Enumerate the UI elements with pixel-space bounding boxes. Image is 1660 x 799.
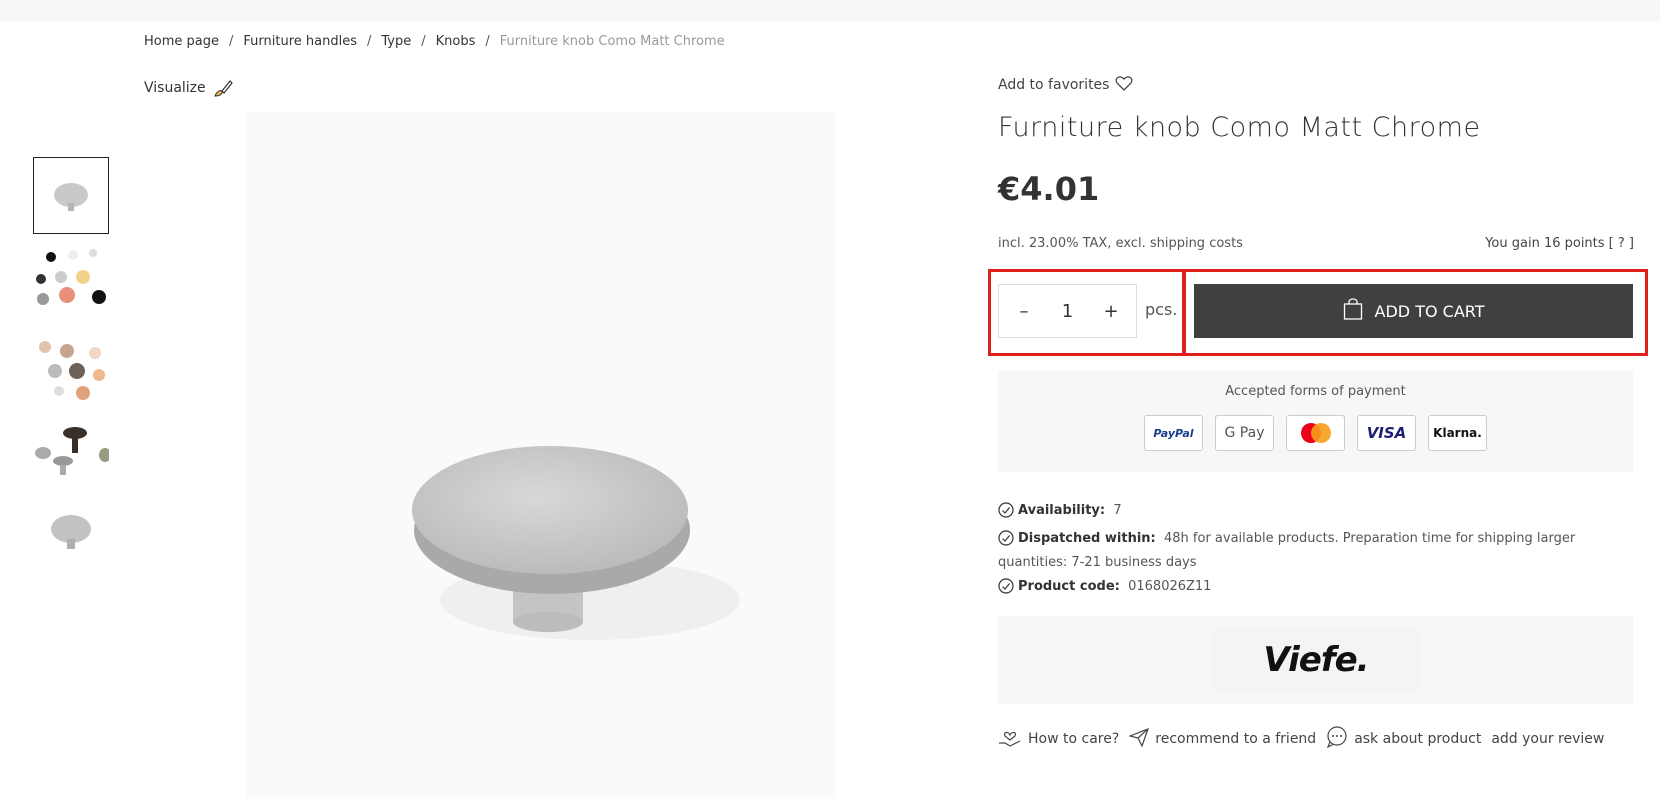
add-to-favorites[interactable]: Add to favorites: [998, 75, 1133, 95]
check-circle-icon: [998, 530, 1014, 553]
visualize-button[interactable]: Visualize: [144, 77, 234, 99]
recommend-link[interactable]: recommend to a friend: [1128, 727, 1317, 751]
brand-section: Viefe.: [998, 616, 1633, 704]
top-bar: [0, 0, 1660, 22]
breadcrumb-separator: /: [485, 34, 490, 49]
check-circle-icon: [998, 578, 1014, 601]
breadcrumb-separator: /: [366, 34, 372, 49]
ask-about-product-link[interactable]: ask about product: [1326, 726, 1481, 752]
thumbnail-3[interactable]: [33, 329, 109, 406]
product-code-label: Product code:: [1018, 579, 1120, 594]
quantity-increase-button[interactable]: +: [1102, 301, 1120, 322]
check-circle-icon: [998, 502, 1014, 525]
availability-value: 7: [1113, 503, 1122, 518]
product-price: €4.01: [998, 170, 1100, 208]
mastercard-logo: [1286, 415, 1345, 451]
brand-logo: Viefe.: [1263, 640, 1369, 680]
product-actions: How to care? recommend to a friend ask a…: [998, 726, 1604, 752]
how-to-care-label: How to care?: [1028, 731, 1120, 747]
add-review-label: add your review: [1491, 731, 1605, 747]
send-icon: [1128, 727, 1150, 751]
recommend-label: recommend to a friend: [1155, 731, 1317, 747]
breadcrumb: Home page / Furniture handles / Type / K…: [144, 34, 725, 49]
thumbnail-1[interactable]: [33, 157, 109, 234]
care-hand-icon: [998, 726, 1022, 752]
add-review-link[interactable]: add your review: [1491, 731, 1604, 747]
payment-methods-title: Accepted forms of payment: [1225, 384, 1406, 399]
breadcrumb-separator: /: [229, 34, 234, 49]
shopping-bag-icon: [1343, 297, 1363, 325]
favorites-label: Add to favorites: [998, 77, 1110, 93]
breadcrumb-furniture-handles[interactable]: Furniture handles: [243, 34, 357, 49]
thumbnail-2[interactable]: [33, 243, 109, 320]
quantity-stepper: – 1 +: [998, 284, 1137, 338]
quantity-decrease-button[interactable]: –: [1015, 301, 1033, 322]
availability-label: Availability:: [1018, 503, 1106, 518]
breadcrumb-separator: /: [421, 34, 426, 49]
payment-methods: Accepted forms of payment PayPal G Pay V…: [998, 370, 1633, 472]
visualize-label: Visualize: [144, 80, 206, 96]
paint-brush-icon: [212, 77, 234, 99]
heart-icon: [1115, 75, 1133, 95]
thumbnail-5[interactable]: [33, 501, 109, 578]
tax-note: incl. 23.00% TAX, excl. shipping costs: [998, 236, 1243, 251]
quantity-input[interactable]: 1: [1053, 301, 1083, 322]
how-to-care-link[interactable]: How to care?: [998, 726, 1119, 752]
availability-row: Availability: 7: [998, 501, 1638, 525]
add-to-cart-button[interactable]: ADD TO CART: [1194, 284, 1633, 338]
breadcrumb-home[interactable]: Home page: [144, 34, 219, 49]
paypal-logo: PayPal: [1144, 415, 1203, 451]
breadcrumb-current: Furniture knob Como Matt Chrome: [499, 34, 725, 49]
dispatch-label: Dispatched within:: [1018, 531, 1156, 546]
thumbnail-list: [33, 157, 109, 587]
product-image[interactable]: [400, 410, 800, 680]
klarna-logo: Klarna.: [1428, 415, 1487, 451]
product-title: Furniture knob Como Matt Chrome: [998, 112, 1481, 143]
add-to-cart-label: ADD TO CART: [1374, 301, 1485, 321]
quantity-unit: pcs.: [1145, 300, 1178, 319]
chat-bubble-icon: [1326, 726, 1348, 752]
brand-logo-link[interactable]: Viefe.: [1212, 628, 1420, 692]
ask-label: ask about product: [1354, 731, 1482, 747]
dispatch-row: Dispatched within: 48h for available pro…: [998, 529, 1638, 573]
visa-logo: VISA: [1357, 415, 1416, 451]
loyalty-points[interactable]: You gain 16 points [ ? ]: [1334, 236, 1634, 251]
product-code-value: 0168026Z11: [1128, 579, 1212, 594]
breadcrumb-type[interactable]: Type: [381, 34, 411, 49]
google-pay-logo: G Pay: [1215, 415, 1274, 451]
product-code-row: Product code: 0168026Z11: [998, 577, 1638, 601]
thumbnail-4[interactable]: [33, 415, 109, 492]
breadcrumb-knobs[interactable]: Knobs: [436, 34, 476, 49]
